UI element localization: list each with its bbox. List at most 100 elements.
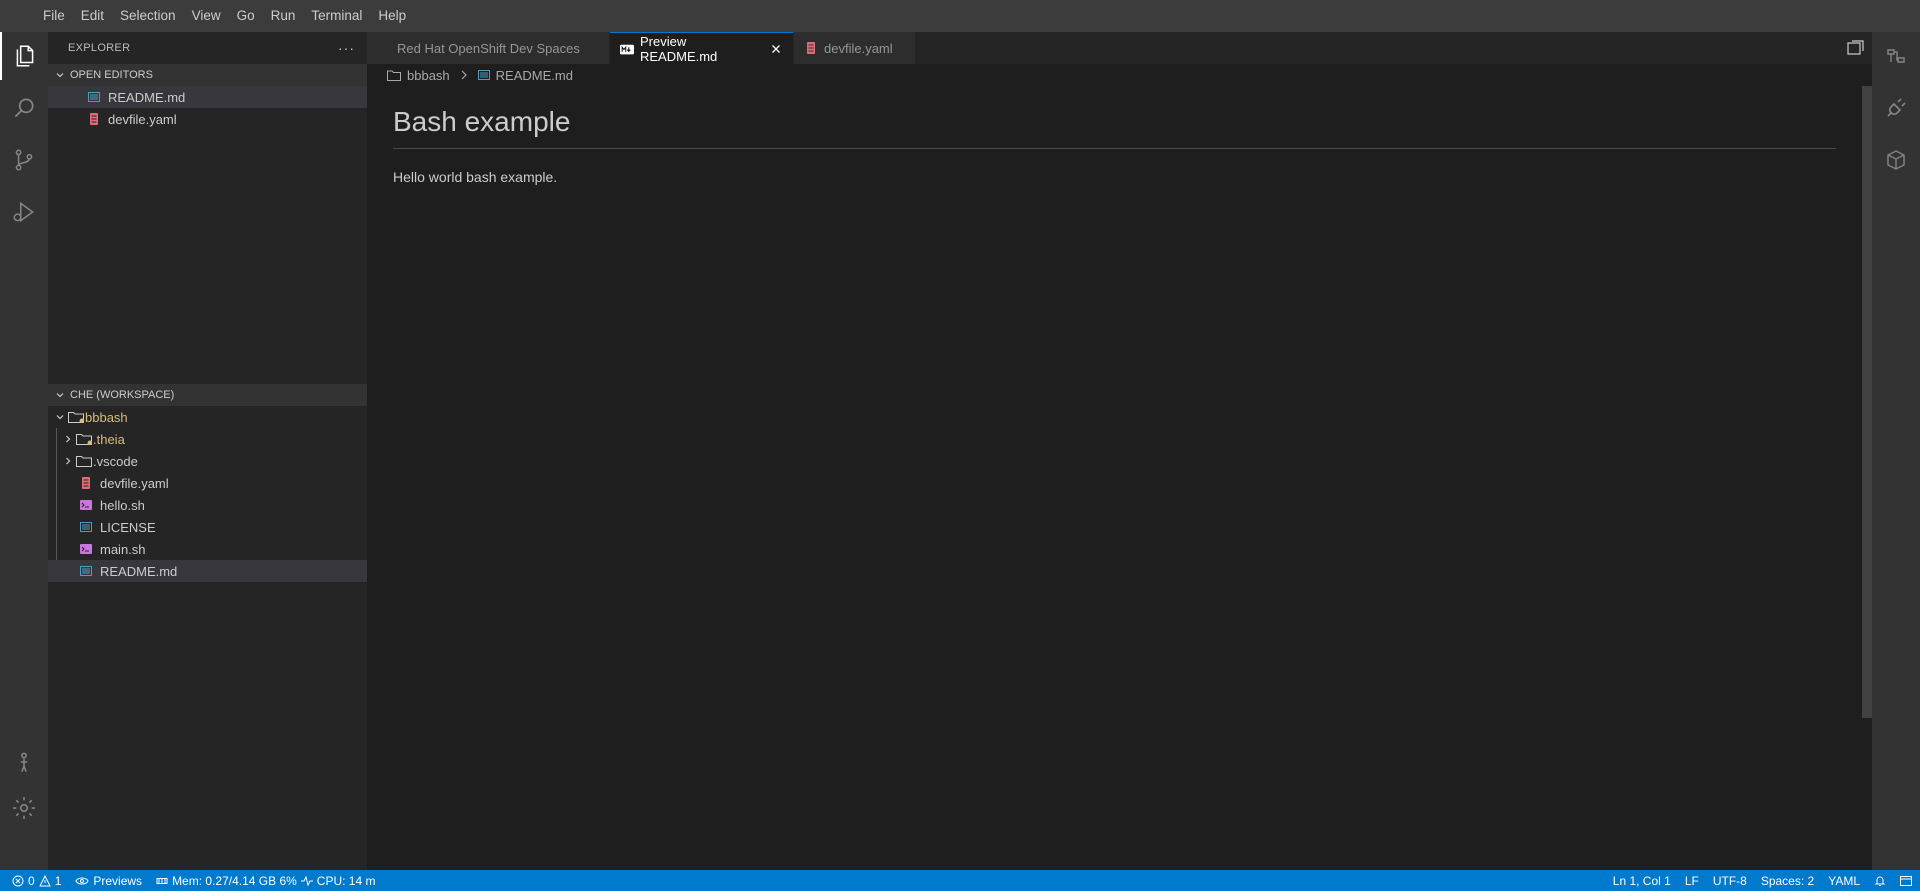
tab-label: Red Hat OpenShift Dev Spaces xyxy=(397,40,580,56)
chevron-right-icon xyxy=(460,70,468,80)
search-icon[interactable] xyxy=(0,84,48,132)
folder-icon xyxy=(387,70,401,81)
breadcrumb-file[interactable]: README.md xyxy=(477,68,573,83)
menu-edit[interactable]: Edit xyxy=(73,0,112,32)
tree-label: .vscode xyxy=(93,453,138,469)
open-editor-devfile[interactable]: devfile.yaml xyxy=(48,108,367,130)
run-debug-icon[interactable] xyxy=(0,188,48,236)
eye-icon xyxy=(75,877,89,884)
menu-selection[interactable]: Selection xyxy=(112,0,184,32)
yaml-file-icon xyxy=(78,475,94,491)
accounts-icon[interactable] xyxy=(0,738,48,786)
tree-label: bbbash xyxy=(85,409,128,425)
tree-folder-bbbash[interactable]: bbbash xyxy=(48,406,367,428)
tab-dev-spaces[interactable]: Red Hat OpenShift Dev Spaces xyxy=(367,32,610,64)
open-source-icon[interactable] xyxy=(1846,40,1864,56)
package-icon[interactable] xyxy=(1872,136,1920,184)
source-control-icon[interactable] xyxy=(0,136,48,184)
layout-icon[interactable] xyxy=(1900,875,1912,886)
close-icon[interactable] xyxy=(768,41,783,57)
folder-icon xyxy=(76,453,92,469)
warning-icon xyxy=(38,874,51,886)
status-bar: 0 1 Previews Mem: 0.27/4.14 GB 6% CPU: 1… xyxy=(0,870,1920,891)
tree-label: devfile.yaml xyxy=(100,475,169,491)
breadcrumb-folder-label: bbbash xyxy=(407,67,450,83)
markdown-preview-icon xyxy=(620,42,634,56)
memory-label: Mem: 0.27/4.14 GB 6% xyxy=(172,873,297,888)
open-editor-label: devfile.yaml xyxy=(108,111,177,127)
tab-label: Preview README.md xyxy=(640,33,718,64)
open-editors-section[interactable]: OPEN EDITORS xyxy=(48,64,367,86)
tree-file-license[interactable]: LICENSE xyxy=(48,516,367,538)
tree-label: .theia xyxy=(93,431,125,447)
tab-devfile[interactable]: devfile.yaml xyxy=(794,32,916,64)
endpoints-icon[interactable] xyxy=(1872,32,1920,80)
tree-label: README.md xyxy=(100,563,178,579)
end-of-line[interactable]: LF xyxy=(1685,874,1699,888)
preview-paragraph: Hello world bash example. xyxy=(393,169,558,185)
plug-icon[interactable] xyxy=(1872,84,1920,132)
activity-bar xyxy=(0,32,48,870)
cursor-position[interactable]: Ln 1, Col 1 xyxy=(1613,874,1671,888)
tree-file-main[interactable]: main.sh xyxy=(48,538,367,560)
tree-folder-theia[interactable]: .theia xyxy=(48,428,367,450)
markdown-file-icon xyxy=(477,70,490,80)
tree-file-readme[interactable]: README.md xyxy=(48,560,367,582)
tree-label: LICENSE xyxy=(100,519,156,535)
chevron-down-icon xyxy=(52,412,68,422)
tree-file-devfile[interactable]: devfile.yaml xyxy=(48,472,367,494)
menu-terminal[interactable]: Terminal xyxy=(303,0,370,32)
chevron-right-icon xyxy=(60,456,76,466)
breadcrumb: bbbash README.md xyxy=(367,64,1872,86)
tree-children: .theia .vscode devfile.yaml hello.sh LIC… xyxy=(48,428,367,582)
menu-help[interactable]: Help xyxy=(370,0,414,32)
yaml-file-icon xyxy=(804,41,818,55)
warning-count: 1 xyxy=(54,873,62,888)
menu-run[interactable]: Run xyxy=(263,0,304,32)
preview-heading: Bash example xyxy=(393,106,1836,149)
workspace-section-header[interactable]: CHE (WORKSPACE) xyxy=(48,384,367,406)
tree-file-hello[interactable]: hello.sh xyxy=(48,494,367,516)
open-editors-title: OPEN EDITORS xyxy=(70,69,153,81)
workspace-title: CHE (WORKSPACE) xyxy=(70,389,175,401)
shell-file-icon xyxy=(78,497,94,513)
tree-label: main.sh xyxy=(100,541,146,557)
error-count: 0 xyxy=(28,873,35,888)
tab-preview-readme[interactable]: Preview README.md xyxy=(610,32,794,64)
tree-label: hello.sh xyxy=(100,497,145,513)
gear-icon[interactable] xyxy=(0,784,48,832)
tree-folder-vscode[interactable]: .vscode xyxy=(48,450,367,472)
yaml-file-icon xyxy=(86,111,102,127)
menu-view[interactable]: View xyxy=(184,0,229,32)
more-actions-icon[interactable]: ··· xyxy=(338,40,355,56)
resource-monitor[interactable]: Mem: 0.27/4.14 GB 6% CPU: 14 m xyxy=(156,874,375,888)
pulse-icon xyxy=(300,875,313,886)
error-icon xyxy=(12,875,24,886)
secondary-activity-bar xyxy=(1872,32,1920,870)
breadcrumb-folder[interactable]: bbbash xyxy=(387,68,450,83)
chevron-right-icon xyxy=(60,434,76,444)
menu-go[interactable]: Go xyxy=(229,0,263,32)
previews-label: Previews xyxy=(93,873,143,888)
vertical-scrollbar[interactable] xyxy=(1862,86,1872,718)
editor-tabs: Red Hat OpenShift Dev Spaces Preview REA… xyxy=(367,32,1872,64)
explorer-icon[interactable] xyxy=(0,32,48,80)
previews-item[interactable]: Previews xyxy=(75,874,142,888)
open-editor-readme[interactable]: README.md xyxy=(48,86,367,108)
chevron-down-icon xyxy=(52,67,68,83)
markdown-file-icon xyxy=(78,563,94,579)
cpu-label: CPU: 14 m xyxy=(316,873,376,888)
encoding[interactable]: UTF-8 xyxy=(1713,874,1747,888)
language-mode[interactable]: YAML xyxy=(1828,874,1860,888)
explorer-header: EXPLORER ··· xyxy=(48,32,367,64)
indentation[interactable]: Spaces: 2 xyxy=(1761,874,1814,888)
memory-icon xyxy=(156,877,168,884)
folder-open-icon xyxy=(68,409,84,425)
chevron-down-icon xyxy=(52,387,68,403)
bell-icon[interactable] xyxy=(1874,875,1886,887)
problems-indicator[interactable]: 0 1 xyxy=(12,874,61,888)
explorer-sidebar: EXPLORER ··· OPEN EDITORS README.md devf… xyxy=(48,32,367,870)
menu-file[interactable]: File xyxy=(35,0,73,32)
workspace-section: CHE (WORKSPACE) bbbash .theia .vscode de… xyxy=(48,384,367,582)
explorer-title: EXPLORER xyxy=(68,42,131,54)
